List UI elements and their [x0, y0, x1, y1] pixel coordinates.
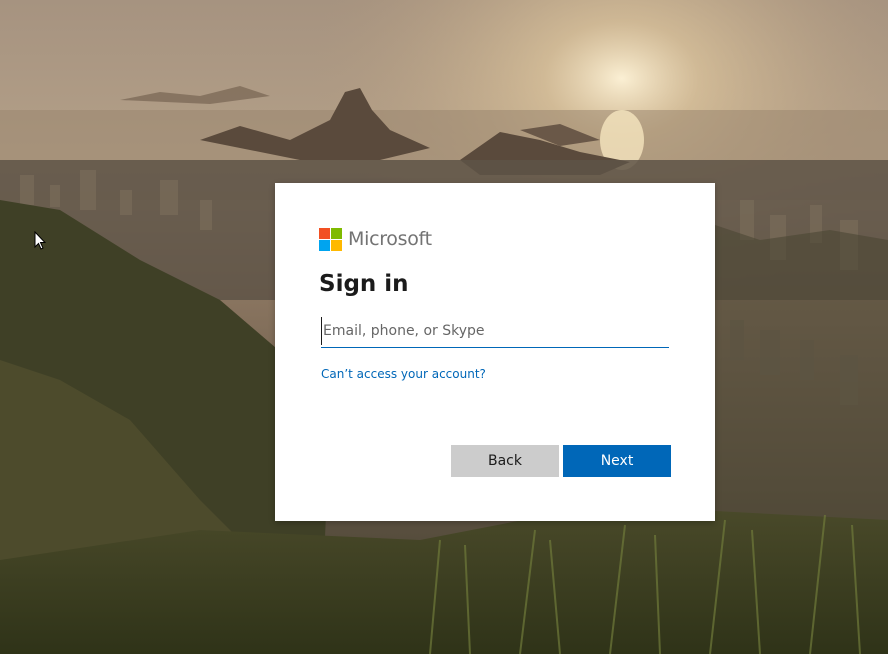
- brand-name: Microsoft: [348, 228, 432, 250]
- microsoft-logo: Microsoft: [319, 227, 432, 251]
- email-field[interactable]: [321, 317, 671, 345]
- logo-square-green: [331, 227, 342, 239]
- cant-access-account-link[interactable]: Can’t access your account?: [321, 367, 486, 381]
- page-title: Sign in: [319, 271, 409, 297]
- logo-square-red: [319, 227, 330, 239]
- logo-square-yellow: [331, 239, 342, 251]
- back-button[interactable]: Back: [451, 445, 559, 477]
- email-field-container: [321, 317, 671, 348]
- next-button[interactable]: Next: [563, 445, 671, 477]
- logo-square-blue: [319, 239, 330, 251]
- mouse-cursor-icon: [34, 231, 46, 250]
- sign-in-card: Microsoft Sign in Can’t access your acco…: [275, 183, 715, 521]
- microsoft-logo-icon: [319, 227, 342, 251]
